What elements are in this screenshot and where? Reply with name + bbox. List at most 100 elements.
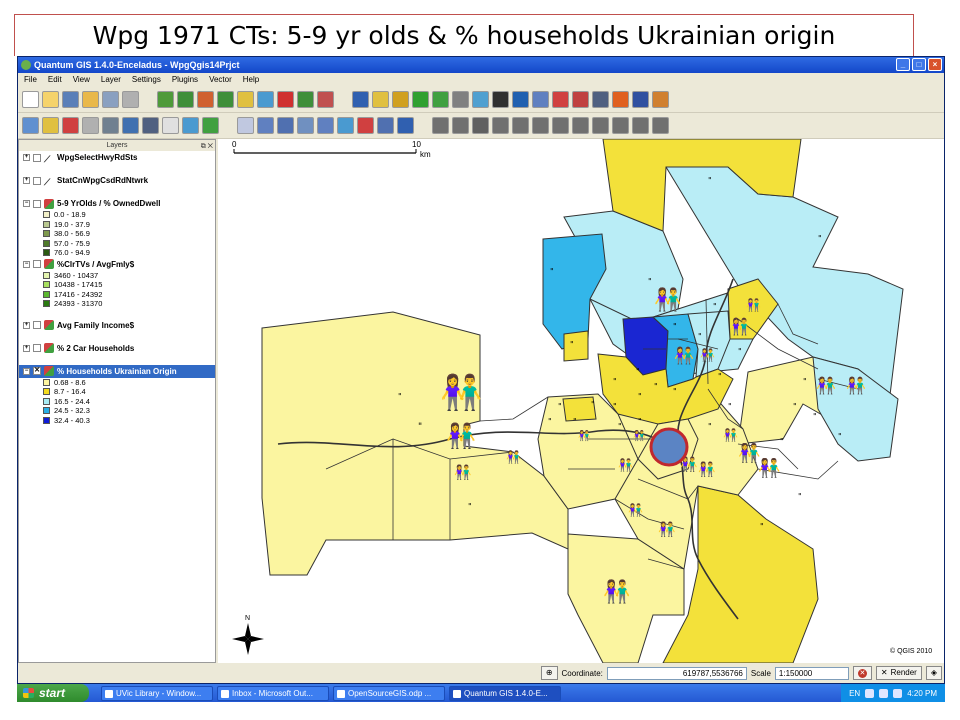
- map-navigation-tool-icon[interactable]: [102, 117, 119, 134]
- map-navigation-tool-icon[interactable]: [277, 117, 294, 134]
- taskbar-item[interactable]: OpenSourceGIS.odp ...: [333, 685, 445, 701]
- layer-visibility-checkbox[interactable]: [33, 344, 41, 352]
- close-button[interactable]: ×: [928, 58, 942, 71]
- layer-expander-icon[interactable]: +: [23, 344, 30, 352]
- layer-row[interactable]: − %ClrTVs / AvgFmly$: [19, 258, 215, 271]
- map-navigation-tool-icon[interactable]: [82, 117, 99, 134]
- file-digitize-tool-icon[interactable]: [372, 91, 389, 108]
- file-digitize-tool-icon[interactable]: [157, 91, 174, 108]
- map-navigation-tool-icon[interactable]: [397, 117, 414, 134]
- file-digitize-tool-icon[interactable]: [122, 91, 139, 108]
- menu-plugins[interactable]: Plugins: [172, 73, 198, 87]
- file-digitize-tool-icon[interactable]: [632, 91, 649, 108]
- panel-float-close-icons[interactable]: ⧉ ✕: [201, 141, 213, 152]
- map-navigation-tool-icon[interactable]: [317, 117, 334, 134]
- map-svg[interactable]: 👫 👫 👫 👫 👫 👫 👫 👫 👫 👫 👫 " 👫 👫 👫 👫 👫 👫 👫 👫 …: [218, 139, 945, 663]
- map-navigation-tool-icon[interactable]: [297, 117, 314, 134]
- file-digitize-tool-icon[interactable]: [82, 91, 99, 108]
- map-navigation-tool-icon[interactable]: [337, 117, 354, 134]
- menu-settings[interactable]: Settings: [132, 73, 161, 87]
- file-digitize-tool-icon[interactable]: [612, 91, 629, 108]
- file-digitize-tool-icon[interactable]: [492, 91, 509, 108]
- map-navigation-tool-icon[interactable]: [377, 117, 394, 134]
- taskbar-item[interactable]: Inbox - Microsoft Out...: [217, 685, 329, 701]
- render-toggle[interactable]: ✕ Render: [875, 666, 922, 680]
- map-canvas[interactable]: 👫 👫 👫 👫 👫 👫 👫 👫 👫 👫 👫 " 👫 👫 👫 👫 👫 👫 👫 👫 …: [218, 139, 945, 663]
- taskbar-item[interactable]: UVic Library - Window...: [101, 685, 213, 701]
- layer-row[interactable]: − ✕ % Households Ukrainian Origin: [19, 364, 215, 378]
- file-digitize-tool-icon[interactable]: [512, 91, 529, 108]
- file-digitize-tool-icon[interactable]: [592, 91, 609, 108]
- file-digitize-tool-icon[interactable]: [102, 91, 119, 108]
- map-navigation-tool-icon[interactable]: [237, 117, 254, 134]
- file-digitize-tool-icon[interactable]: [177, 91, 194, 108]
- start-button[interactable]: start: [17, 684, 89, 702]
- menu-layer[interactable]: Layer: [101, 73, 121, 87]
- map-navigation-tool-icon[interactable]: [42, 117, 59, 134]
- layer-visibility-checkbox[interactable]: ✕: [33, 367, 41, 375]
- minimize-button[interactable]: _: [896, 58, 910, 71]
- file-digitize-tool-icon[interactable]: [237, 91, 254, 108]
- menu-edit[interactable]: Edit: [48, 73, 62, 87]
- map-navigation-tool-icon[interactable]: [572, 117, 589, 134]
- layer-expander-icon[interactable]: −: [23, 200, 30, 207]
- file-digitize-tool-icon[interactable]: [652, 91, 669, 108]
- menu-help[interactable]: Help: [243, 73, 259, 87]
- file-digitize-tool-icon[interactable]: [42, 91, 59, 108]
- file-digitize-tool-icon[interactable]: [62, 91, 79, 108]
- file-digitize-tool-icon[interactable]: [22, 91, 39, 108]
- file-digitize-tool-icon[interactable]: [317, 91, 334, 108]
- layer-visibility-checkbox[interactable]: [33, 321, 41, 329]
- map-navigation-tool-icon[interactable]: [552, 117, 569, 134]
- map-navigation-tool-icon[interactable]: [432, 117, 449, 134]
- file-digitize-tool-icon[interactable]: [197, 91, 214, 108]
- map-navigation-tool-icon[interactable]: [612, 117, 629, 134]
- file-digitize-tool-icon[interactable]: [392, 91, 409, 108]
- file-digitize-tool-icon[interactable]: [277, 91, 294, 108]
- file-digitize-tool-icon[interactable]: [432, 91, 449, 108]
- layer-visibility-checkbox[interactable]: [33, 199, 41, 208]
- map-navigation-tool-icon[interactable]: [62, 117, 79, 134]
- stop-render-button[interactable]: ✕: [852, 666, 872, 680]
- layer-visibility-checkbox[interactable]: [33, 153, 41, 162]
- layer-row[interactable]: + % 2 Car Households: [19, 342, 215, 355]
- layer-expander-icon[interactable]: −: [23, 367, 30, 375]
- file-digitize-tool-icon[interactable]: [257, 91, 274, 108]
- map-navigation-tool-icon[interactable]: [472, 117, 489, 134]
- layer-row[interactable]: + Avg Family Income$: [19, 319, 215, 332]
- layer-expander-icon[interactable]: −: [23, 260, 30, 268]
- city-center-marker[interactable]: [649, 427, 689, 467]
- file-digitize-tool-icon[interactable]: [412, 91, 429, 108]
- map-navigation-tool-icon[interactable]: [22, 117, 39, 134]
- layer-expander-icon[interactable]: +: [23, 321, 30, 329]
- map-navigation-tool-icon[interactable]: [652, 117, 669, 134]
- layer-row[interactable]: + ⟋ StatCnWpgCsdRdNtwrk: [19, 174, 215, 187]
- menu-view[interactable]: View: [73, 73, 90, 87]
- file-digitize-tool-icon[interactable]: [217, 91, 234, 108]
- help-tray-icon[interactable]: [865, 688, 875, 698]
- window-titlebar[interactable]: Quantum GIS 1.4.0-Enceladus - WpgQgis14P…: [18, 57, 944, 73]
- taskbar-item[interactable]: Quantum GIS 1.4.0-E...: [449, 685, 561, 701]
- map-navigation-tool-icon[interactable]: [142, 117, 159, 134]
- map-navigation-tool-icon[interactable]: [202, 117, 219, 134]
- projection-button[interactable]: ◈: [925, 666, 942, 680]
- menu-file[interactable]: File: [24, 73, 37, 87]
- coordinate-field[interactable]: 619787,5536766: [606, 666, 747, 680]
- map-navigation-tool-icon[interactable]: [492, 117, 509, 134]
- map-navigation-tool-icon[interactable]: [357, 117, 374, 134]
- file-digitize-tool-icon[interactable]: [297, 91, 314, 108]
- file-digitize-tool-icon[interactable]: [452, 91, 469, 108]
- map-navigation-tool-icon[interactable]: [532, 117, 549, 134]
- map-navigation-tool-icon[interactable]: [592, 117, 609, 134]
- map-navigation-tool-icon[interactable]: [512, 117, 529, 134]
- map-navigation-tool-icon[interactable]: [182, 117, 199, 134]
- layer-row[interactable]: − 5-9 YrOlds / % OwnedDwell: [19, 197, 215, 210]
- map-navigation-tool-icon[interactable]: [632, 117, 649, 134]
- file-digitize-tool-icon[interactable]: [532, 91, 549, 108]
- menu-vector[interactable]: Vector: [209, 73, 232, 87]
- volume-tray-icon[interactable]: [893, 688, 903, 698]
- file-digitize-tool-icon[interactable]: [572, 91, 589, 108]
- layer-visibility-checkbox[interactable]: [33, 260, 41, 268]
- scale-field[interactable]: 1:150000: [774, 666, 849, 680]
- maximize-button[interactable]: □: [912, 58, 926, 71]
